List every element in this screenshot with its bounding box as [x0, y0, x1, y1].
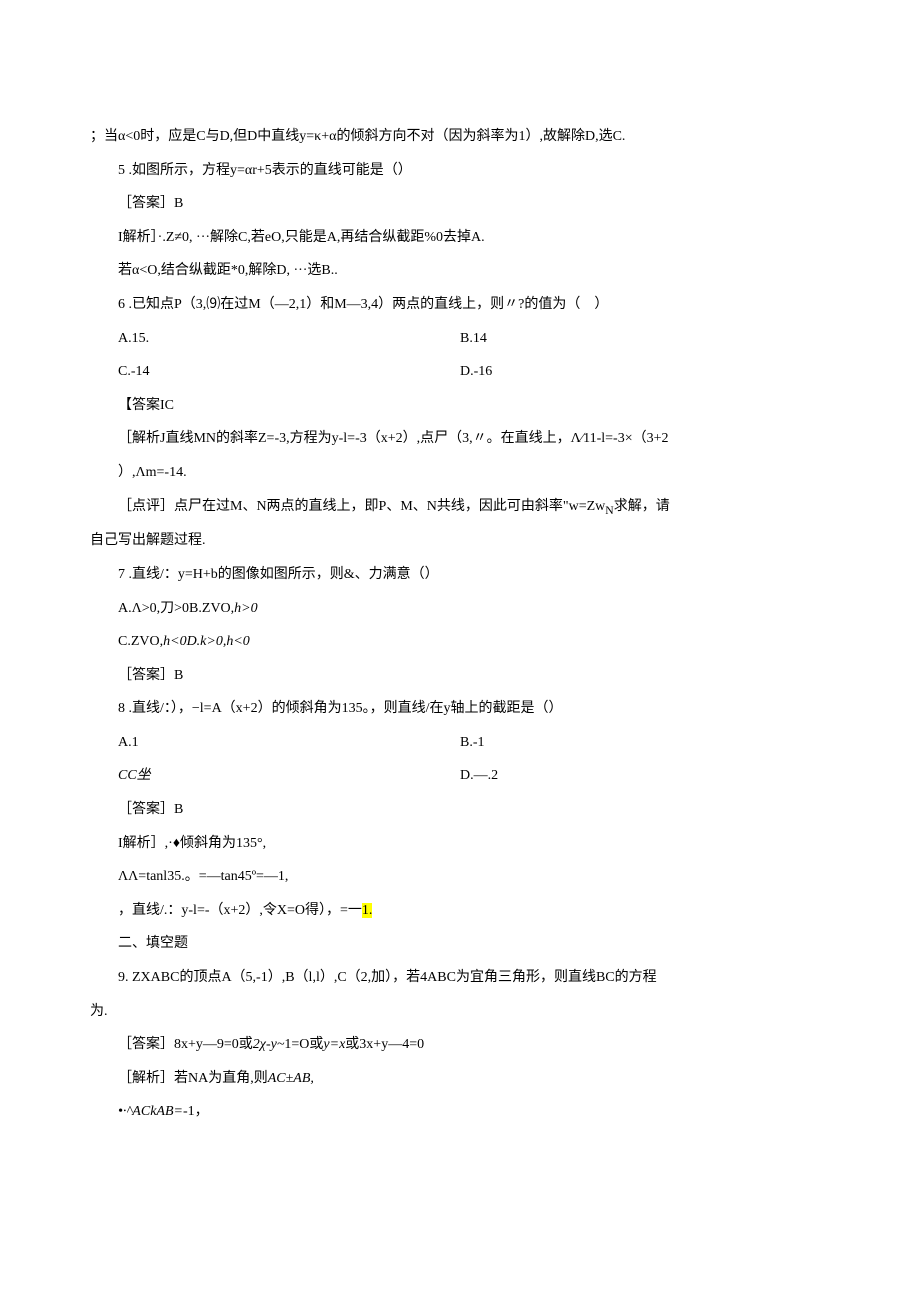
answer-6: 【答案IC: [90, 389, 830, 423]
option-6c: C.-14: [90, 355, 460, 389]
option-6d: D.-16: [460, 355, 830, 389]
explanation-5-2: 若α<O,结合纵截距*0,解除D, ···选B..: [90, 254, 830, 288]
option-8b: B.-1: [460, 726, 830, 760]
option-7c: C.ZVO,h<0D.k>0,h<0: [90, 625, 830, 659]
section-2-heading: 二、填空题: [90, 927, 830, 961]
option-6b: B.14: [460, 322, 830, 356]
explanation-6-4: 自己写出解题过程.: [90, 524, 830, 558]
explanation-6-3: ［点评］点尸在过M、N两点的直线上，即P、M、N共线，因此可由斜率"w=ZwN求…: [90, 490, 830, 525]
answer-8: ［答案］B: [90, 793, 830, 827]
option-8a: A.1: [90, 726, 460, 760]
question-8: 8 .直线/：），−l=A（x+2）的倾斜角为135。，则直线/在y轴上的截距是…: [90, 692, 830, 726]
question-9-2: 为.: [90, 995, 830, 1029]
question-5: 5 .如图所示，方程y=αr+5表示的直线可能是（）: [90, 154, 830, 188]
question-7: 7 .直线/：y=H+b的图像如图所示，则&、力满意（）: [90, 558, 830, 592]
explanation-8-2: ΛΛ=tanl35.。=—tan45º=—1,: [90, 860, 830, 894]
option-6a: A.15.: [90, 322, 460, 356]
answer-5: ［答案］B: [90, 187, 830, 221]
explanation-8-3: ，直线/.：y-l=-（x+2）,令X=O得），=一1.: [90, 894, 830, 928]
explanation-8-1: I解析］,·♦倾斜角为135°,: [90, 827, 830, 861]
highlighted-text: 1.: [362, 903, 373, 918]
option-8d: D.—.2: [460, 759, 830, 793]
explanation-9-2: •∙^ACkAB=-1，: [90, 1095, 830, 1129]
option-7a: A.Λ>0,刀>0B.ZVO,h>0: [90, 592, 830, 626]
answer-9: ［答案］8x+y—9=0或2χ-y~1=O或y=x或3x+y—4=0: [90, 1028, 830, 1062]
option-8c: CC坐: [90, 759, 460, 793]
text-line: ；当α<0时，应是C与D,但D中直线y=κ+α的倾斜方向不对（因为斜率为1）,故…: [90, 120, 830, 154]
answer-7: ［答案］B: [90, 659, 830, 693]
explanation-6-2: ）,Λm=-14.: [90, 456, 830, 490]
question-9-1: 9. ZXABC的顶点A（5,-1）,B（l,l）,C（2,加），若4ABC为宜…: [90, 961, 830, 995]
explanation-5-1: I解析］·.Z≠0, ···解除C,若eO,只能是A,再结合纵截距%0去掉A.: [90, 221, 830, 255]
explanation-6-1: ［解析J直线MN的斜率Z=-3,方程为y-l=-3（x+2）,点尸（3,〃。在直…: [90, 422, 830, 456]
question-6: 6 .已知点P（3,⑼在过M（—2,1）和M—3,4）两点的直线上，则〃?的值为…: [90, 288, 830, 322]
explanation-9-1: ［解析］若NA为直角,则AC±AB,: [90, 1062, 830, 1096]
